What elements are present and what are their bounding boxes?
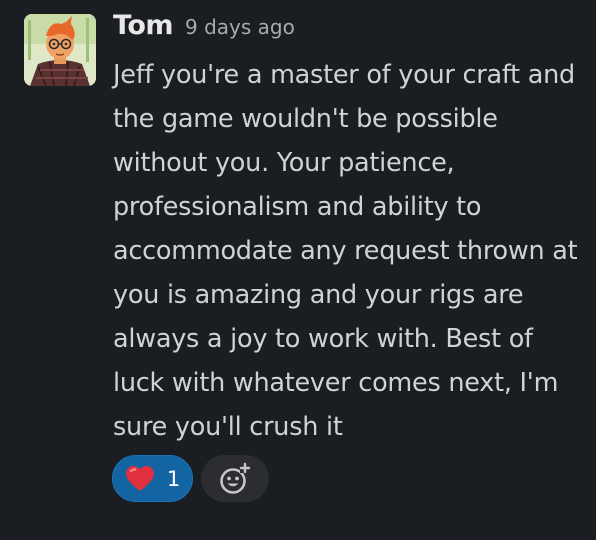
message: Tom 9 days ago Jeff you're a master of y… [0,0,596,540]
add-reaction-button[interactable] [201,455,269,502]
reaction-bar: 1 [112,455,269,502]
reaction-heart[interactable]: 1 [112,455,193,502]
cartoon-avatar-icon [24,14,96,86]
avatar[interactable] [24,14,96,86]
heart-icon [125,466,154,491]
timestamp[interactable]: 9 days ago [185,15,295,39]
reaction-count: 1 [166,466,181,491]
add-emoji-icon [220,462,251,494]
author-name[interactable]: Tom [113,10,174,41]
message-text: Jeff you're a master of your craft and t… [113,60,578,442]
message-header: Tom 9 days ago [113,10,295,50]
